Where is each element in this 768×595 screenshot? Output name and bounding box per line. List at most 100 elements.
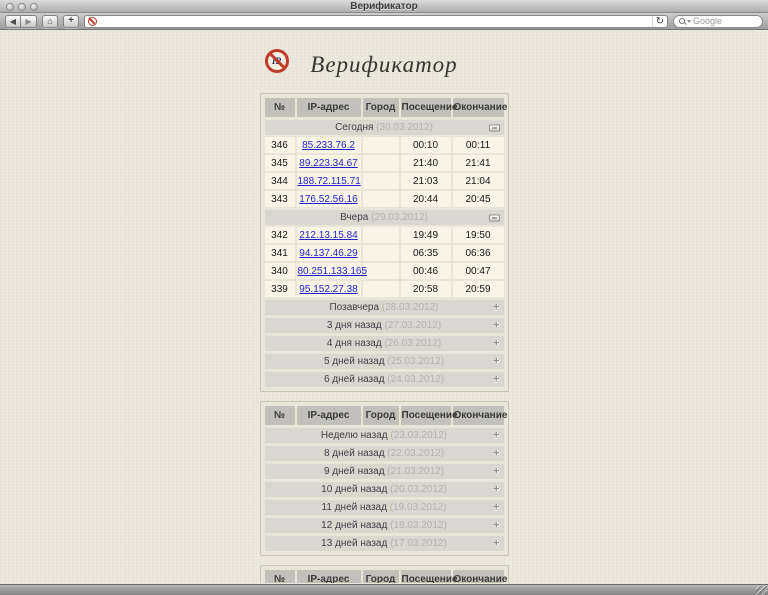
column-header: IP-адрес [297, 406, 361, 425]
day-group-row[interactable]: 4 дня назад (26.03.2012) + [265, 335, 504, 351]
visit-time: 19:49 [401, 227, 451, 243]
day-group-cell[interactable]: Вчера (29.03.2012) [265, 209, 504, 225]
close-window-button[interactable] [6, 3, 14, 11]
end-time: 00:11 [453, 137, 504, 153]
expand-icon[interactable]: + [493, 521, 499, 530]
day-group-row[interactable]: Неделю назад (23.03.2012)+ [265, 427, 504, 443]
day-group-cell[interactable]: 8 дней назад (22.03.2012)+ [265, 445, 504, 461]
new-tab-button[interactable]: + [63, 15, 79, 28]
expand-icon[interactable]: + [493, 431, 499, 440]
visit-row: 34589.223.34.6721:4021:41 [265, 155, 504, 171]
search-input[interactable] [693, 16, 757, 27]
expand-icon[interactable]: + [493, 449, 499, 458]
day-group-cell[interactable]: 4 дня назад (26.03.2012) + [265, 335, 504, 351]
collapse-icon[interactable] [489, 124, 500, 131]
ip-link[interactable]: 89.223.34.67 [299, 158, 357, 169]
group-label: 10 дней назад [321, 484, 387, 495]
ip-link[interactable]: 176.52.56.16 [299, 194, 357, 205]
day-group-row[interactable]: Сегодня (30.03.2012) [265, 119, 504, 135]
day-group-row[interactable]: 11 дней назад (19.03.2012)+ [265, 499, 504, 515]
end-time: 19:50 [453, 227, 504, 243]
day-group-cell[interactable]: 3 дня назад (27.03.2012)+ [265, 317, 504, 333]
ip-link[interactable]: 80.251.133.165 [298, 266, 368, 277]
home-button[interactable]: ⌂ [42, 15, 58, 28]
day-group-row[interactable]: 5 дней назад (25.03.2012)+ [265, 353, 504, 369]
city-cell [363, 173, 399, 189]
back-button[interactable]: ◀ [5, 15, 21, 28]
row-number: 339 [265, 281, 295, 297]
expand-icon[interactable]: + [493, 467, 499, 476]
status-bar [0, 584, 768, 595]
day-group-cell[interactable]: Сегодня (30.03.2012) [265, 119, 504, 135]
ip-link[interactable]: 188.72.115.71 [298, 176, 361, 187]
day-group-row[interactable]: Вчера (29.03.2012) [265, 209, 504, 225]
minimize-window-button[interactable] [18, 3, 26, 11]
expand-icon[interactable]: + [493, 321, 499, 330]
group-label: 13 дней назад [321, 538, 387, 549]
forward-button[interactable]: ▶ [21, 15, 37, 28]
resize-grip[interactable] [756, 586, 767, 595]
end-time: 20:59 [453, 281, 504, 297]
day-group-row[interactable]: 6 дней назад (24.03.2012)+ [265, 371, 504, 387]
day-group-cell[interactable]: 5 дней назад (25.03.2012)+ [265, 353, 504, 369]
day-group-cell[interactable]: 10 дней назад (20.03.2012)+ [265, 481, 504, 497]
expand-icon[interactable]: + [493, 339, 499, 348]
day-group-row[interactable]: 12 дней назад (18.03.2012)+ [265, 517, 504, 533]
ip-link[interactable]: 94.137.46.29 [299, 248, 357, 259]
ip-link[interactable]: 212.13.15.84 [299, 230, 357, 241]
day-group-row[interactable]: 10 дней назад (20.03.2012)+ [265, 481, 504, 497]
visit-time: 00:10 [401, 137, 451, 153]
day-group-row[interactable]: 9 дней назад (21.03.2012)+ [265, 463, 504, 479]
day-group-cell[interactable]: Позавчера (28.03.2012) + [265, 299, 504, 315]
ip-link[interactable]: 85.233.76.2 [302, 140, 355, 151]
page-header: IP Верификатор [260, 46, 509, 84]
day-group-cell[interactable]: Неделю назад (23.03.2012)+ [265, 427, 504, 443]
day-group-row[interactable]: 8 дней назад (22.03.2012)+ [265, 445, 504, 461]
end-time: 21:04 [453, 173, 504, 189]
reload-button[interactable]: ↻ [652, 16, 664, 27]
address-bar[interactable]: ↻ [84, 15, 668, 28]
table-header-row: №IP-адресГородПосещениеОкончание [265, 98, 504, 117]
end-time: 06:36 [453, 245, 504, 261]
day-group-cell[interactable]: 6 дней назад (24.03.2012)+ [265, 371, 504, 387]
day-group-cell[interactable]: 12 дней назад (18.03.2012)+ [265, 517, 504, 533]
search-icon [679, 18, 685, 24]
day-group-row[interactable]: Позавчера (28.03.2012) + [265, 299, 504, 315]
collapse-icon[interactable] [489, 214, 500, 221]
zoom-window-button[interactable] [30, 3, 38, 11]
group-label: Неделю назад [321, 430, 388, 441]
forward-icon: ▶ [25, 17, 31, 26]
expand-icon[interactable]: + [493, 485, 499, 494]
group-date: (24.03.2012) [385, 374, 445, 385]
table-header-row: №IP-адресГородПосещениеОкончание [265, 406, 504, 425]
expand-icon[interactable]: + [493, 539, 499, 548]
expand-icon[interactable]: + [493, 375, 499, 384]
day-group-row[interactable]: 3 дня назад (27.03.2012)+ [265, 317, 504, 333]
expand-icon[interactable]: + [493, 357, 499, 366]
day-group-cell[interactable]: 9 дней назад (21.03.2012)+ [265, 463, 504, 479]
ip-link[interactable]: 95.152.27.38 [299, 284, 357, 295]
day-group-cell[interactable]: 11 дней назад (19.03.2012)+ [265, 499, 504, 515]
visit-row: 342212.13.15.8419:4919:50 [265, 227, 504, 243]
group-label: 4 дня назад [327, 338, 382, 349]
city-cell [363, 191, 399, 207]
window-title: Верификатор [0, 0, 768, 13]
group-date: (25.03.2012) [385, 356, 445, 367]
group-date: (22.03.2012) [385, 448, 445, 459]
visitors-table: №IP-адресГородПосещениеОкончание Сегодня … [260, 93, 509, 392]
expand-icon[interactable]: + [493, 503, 499, 512]
group-date: (26.03.2012) [382, 338, 442, 349]
column-header: Окончание [453, 570, 504, 583]
group-label: Позавчера [329, 302, 379, 313]
expand-icon[interactable]: + [493, 303, 499, 312]
day-group-row[interactable]: 13 дней назад (17.03.2012)+ [265, 535, 504, 551]
reload-icon: ↻ [656, 16, 664, 27]
search-options-caret-icon[interactable] [687, 20, 691, 23]
group-date: (28.03.2012) [379, 302, 439, 313]
search-field[interactable] [673, 15, 763, 28]
row-number: 340 [265, 263, 295, 279]
visit-row: 344188.72.115.7121:0321:04 [265, 173, 504, 189]
day-group-cell[interactable]: 13 дней назад (17.03.2012)+ [265, 535, 504, 551]
visits-table: №IP-адресГородПосещениеОкончание Неделю н… [263, 404, 506, 553]
url-input[interactable] [100, 16, 649, 27]
